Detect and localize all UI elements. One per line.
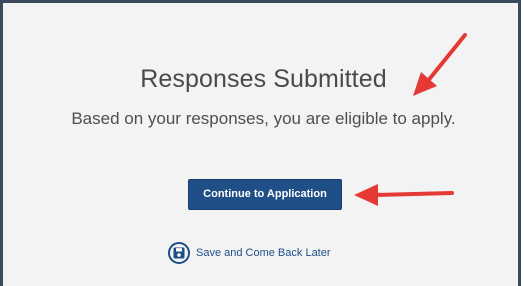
annotation-arrow-title xyxy=(413,33,467,96)
continue-to-application-button[interactable]: Continue to Application xyxy=(188,179,342,210)
eligibility-message: Based on your responses, you are eligibl… xyxy=(71,109,456,128)
save-link-label: Save and Come Back Later xyxy=(196,247,331,259)
floppy-disk-icon xyxy=(168,242,190,264)
annotation-arrow-button xyxy=(354,184,454,206)
save-and-come-back-later-link[interactable]: Save and Come Back Later xyxy=(168,242,331,264)
